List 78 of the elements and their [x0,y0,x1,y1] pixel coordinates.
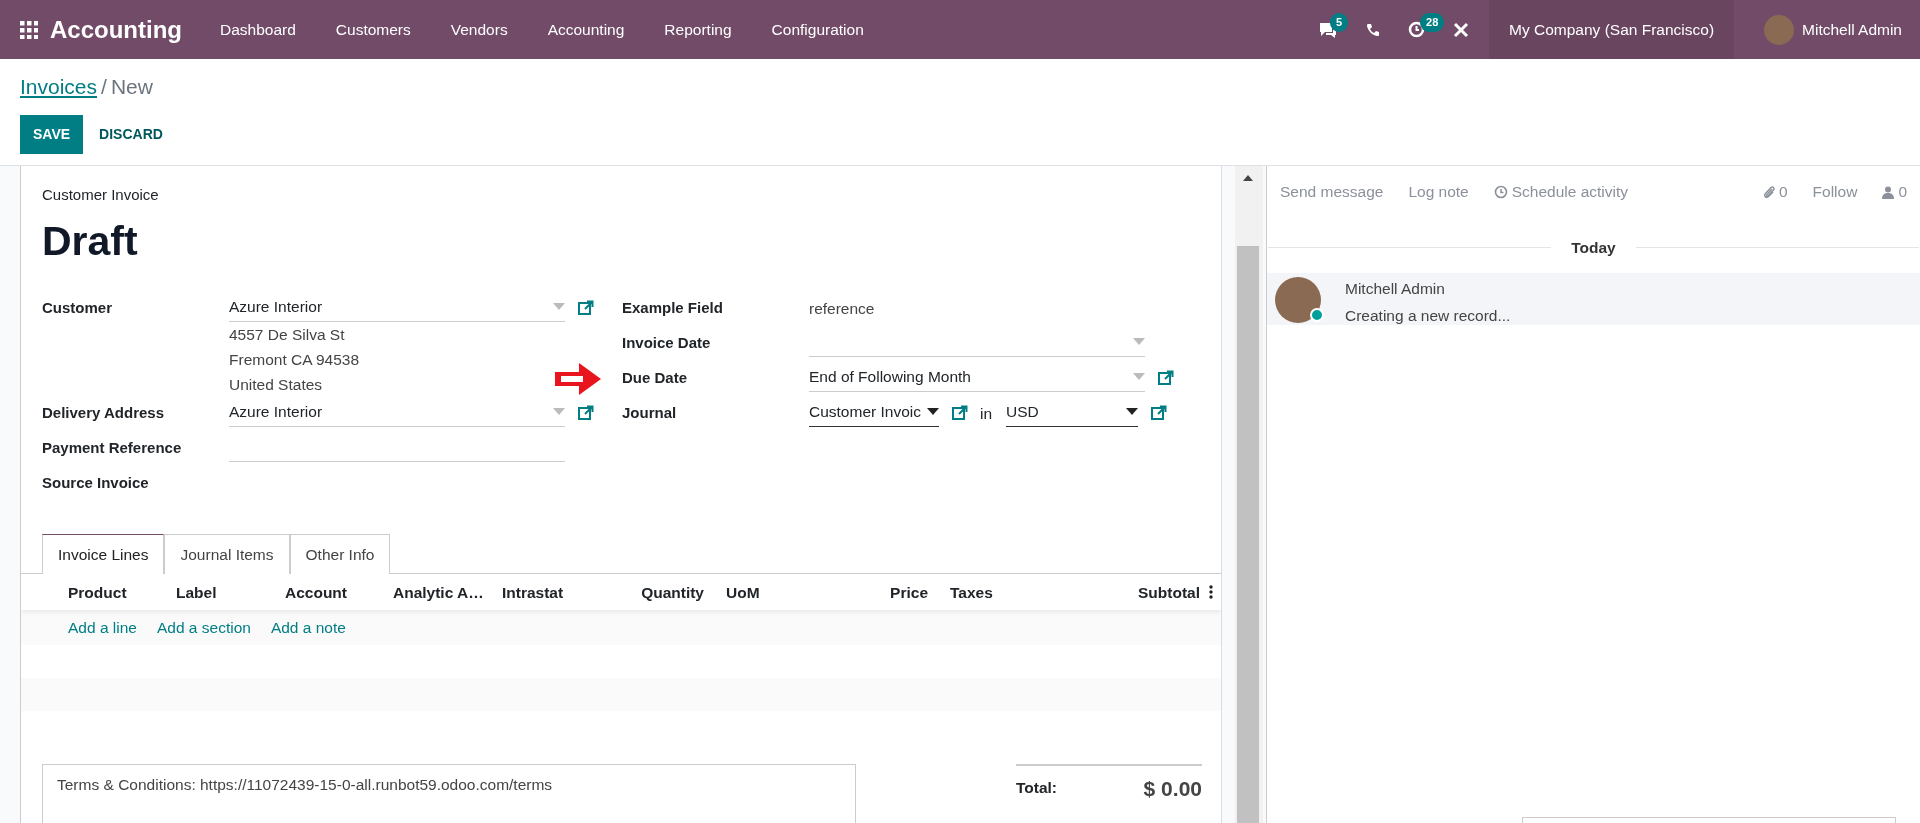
scrollbar[interactable] [1235,166,1263,823]
breadcrumb-separator: / [101,74,107,100]
add-link[interactable]: Add a line [68,616,137,640]
column-header[interactable]: Quantity [602,580,713,604]
input-field[interactable]: Azure Interior [229,292,565,322]
paperclip-icon [1762,185,1775,199]
notebook-tab[interactable]: Journal Items [164,534,290,575]
message-author[interactable]: Mitchell Admin [1345,277,1511,301]
person-icon [1882,185,1895,199]
total-label: Total: [1016,778,1058,799]
record-status-title: Draft [42,216,139,266]
dropdown-caret-icon[interactable] [1126,408,1139,415]
activity-count-badge: 28 [1420,13,1445,32]
scrollbar-thumb[interactable] [1237,246,1259,823]
more-options-icon[interactable] [1209,585,1213,600]
column-header[interactable]: Subtotal [1101,580,1209,604]
terms-field[interactable]: Terms & Conditions: https://11072439-15-0-all.runbot59.odoo.com/terms [42,764,856,823]
input-field[interactable]: Azure Interior [229,397,565,427]
field-label: Invoice Date [622,333,712,353]
clock-icon [1493,185,1508,199]
total-amount: $ 0.00 [1143,776,1202,803]
column-header[interactable]: Account [285,580,393,604]
external-link-icon[interactable] [952,405,968,421]
tools-icon [1453,21,1470,38]
phone-icon [1366,22,1381,37]
pointer-arrow [554,363,602,395]
external-link-icon[interactable] [1158,370,1174,386]
column-header[interactable]: Label [176,580,285,604]
breadcrumb-link[interactable]: Invoices [20,71,98,103]
message-count-badge: 5 [1330,13,1349,32]
column-header[interactable]: Price [831,580,937,604]
menu-item[interactable]: Customers [315,0,431,59]
apps-menu-icon[interactable] [20,20,38,39]
column-header[interactable]: UoM [713,580,831,604]
menu-item[interactable]: Configuration [751,0,884,59]
breadcrumb-current: New [110,74,153,100]
field-label: Delivery Address [42,403,165,423]
external-link-icon[interactable] [578,300,594,316]
field-label: Journal [622,403,678,423]
address-line: Fremont CA 94538 [229,350,361,370]
field-label: Example Field [622,298,724,318]
field-label: Due Date [622,368,689,388]
company-switcher[interactable]: My Company (San Francisco) [1489,0,1735,59]
scroll-up-arrow-icon[interactable] [1243,175,1253,181]
date-separator: Today [1570,238,1617,258]
menu-item[interactable]: Accounting [527,0,645,59]
dropdown-caret-icon[interactable] [927,408,939,415]
external-link-icon[interactable] [1151,405,1168,421]
messages-button[interactable]: 5 [1304,0,1353,59]
column-header[interactable]: Product [68,580,176,604]
clock-icon [1408,21,1426,38]
field-value: reference [809,299,876,319]
menu-item[interactable]: Dashboard [200,0,316,59]
column-header[interactable]: Taxes [937,580,1101,604]
journal-select[interactable]: Customer Invoic [809,397,939,427]
form-subtitle: Customer Invoice [42,185,160,205]
column-header[interactable]: Analytic A… [393,580,502,604]
address-line: United States [229,375,324,395]
notebook-tab[interactable]: Other Info [289,534,391,575]
input-field[interactable]: End of Following Month [809,362,1145,392]
add-link[interactable]: Add a section [156,616,251,640]
save-button[interactable]: SAVE [20,114,84,154]
field-label: Payment Reference [42,438,183,458]
connector-text: in [980,404,993,424]
field-label: Source Invoice [42,473,150,493]
currency-select[interactable]: USD [1006,397,1139,427]
notebook-tab[interactable]: Invoice Lines [42,534,165,575]
menu-item[interactable]: Vendors [430,0,528,59]
user-name[interactable]: Mitchell Admin [1802,17,1902,42]
add-link[interactable]: Add a note [270,616,346,640]
column-header[interactable]: Intrastat [502,580,602,604]
address-line: 4557 De Silva St [229,325,346,345]
menu-item[interactable]: Reporting [644,0,752,59]
app-name[interactable]: Accounting [50,11,182,48]
message-body: Creating a new record... [1345,305,1511,326]
field-label: Customer [42,298,113,318]
discard-button[interactable]: DISCARD [83,114,179,154]
external-link-icon[interactable] [578,405,594,421]
